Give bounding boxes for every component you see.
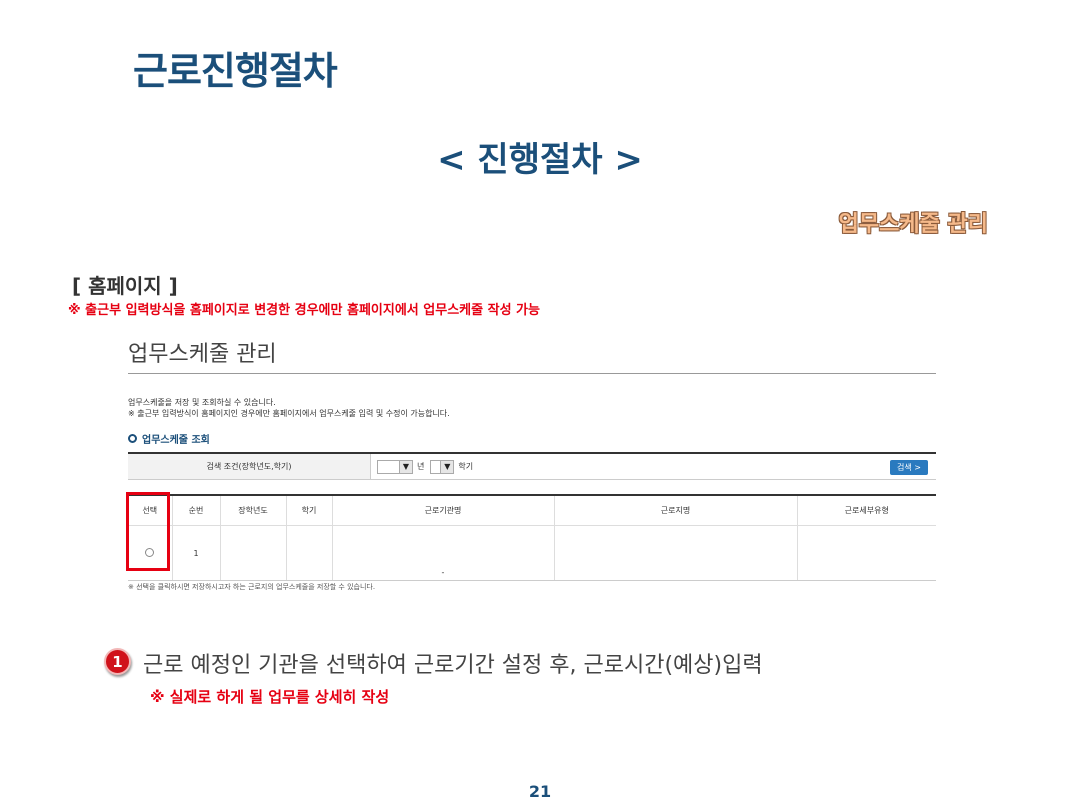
row-year <box>219 525 286 581</box>
year-select[interactable]: ▼ <box>377 459 413 474</box>
table-footnote: ※ 선택을 클릭하시면 저장하시고자 하는 근로지의 업무스케줄을 저장할 수 … <box>128 583 376 591</box>
schedule-table: 선택 순번 장학년도 학기 근로기관명 근로지명 근로세부유형 1 - <box>128 494 936 581</box>
bullet-ring-icon <box>128 434 137 443</box>
chevron-down-icon: ▼ <box>440 460 454 473</box>
panel-description-1: 업무스케줄을 저장 및 조회하실 수 있습니다. <box>128 398 276 407</box>
term-suffix: 학기 <box>458 462 474 471</box>
row-term <box>285 525 332 581</box>
search-button[interactable]: 검색 > <box>890 460 928 475</box>
col-header-org: 근로기관명 <box>331 494 554 526</box>
search-condition-label: 검색 조건(장학년도,학기) <box>128 454 371 479</box>
col-header-place: 근로지명 <box>553 494 797 526</box>
row-org-sub: - <box>441 568 445 577</box>
panel-description-2: ※ 출근부 입력방식이 홈페이지인 경우에만 홈페이지에서 업무스케줄 입력 및… <box>128 409 450 418</box>
section-note: ※ 출근부 입력방식을 홈페이지로 변경한 경우에만 홈페이지에서 업무스케줄 … <box>68 303 540 318</box>
table-row: 1 - <box>128 525 936 581</box>
schedule-search-heading-label: 업무스케줄 조회 <box>142 435 210 446</box>
select-column-highlight <box>126 492 170 571</box>
row-place <box>553 525 797 581</box>
section-label: [ 홈페이지 ] <box>72 274 178 298</box>
term-select[interactable]: ▼ <box>430 459 455 474</box>
page-title: 근로진행절차 <box>133 49 338 93</box>
col-header-year: 장학년도 <box>219 494 286 526</box>
schedule-search-heading: 업무스케줄 조회 <box>128 431 210 446</box>
chevron-down-icon: ▼ <box>399 460 412 473</box>
table-header-row: 선택 순번 장학년도 학기 근로기관명 근로지명 근로세부유형 <box>128 494 936 526</box>
col-header-type: 근로세부유형 <box>796 494 936 526</box>
col-header-term: 학기 <box>285 494 332 526</box>
topic-badge: 업무스케줄 관리 <box>838 212 988 237</box>
year-suffix: 년 <box>417 462 425 471</box>
search-controls: ▼ 년 ▼ 학기 <box>371 459 936 474</box>
page-number: 21 <box>528 782 552 801</box>
section-subtitle: < 진행절차 > <box>437 140 643 180</box>
row-seq: 1 <box>171 525 220 581</box>
row-org: - <box>331 525 554 581</box>
row-type <box>796 525 936 581</box>
panel-divider <box>128 373 936 374</box>
col-header-seq: 순번 <box>171 494 220 526</box>
step-number-badge: 1 <box>104 648 131 675</box>
step-note: ※ 실제로 하게 될 업무를 상세히 작성 <box>150 688 390 706</box>
step-instruction: 근로 예정인 기관을 선택하여 근로기간 설정 후, 근로시간(예상)입력 <box>143 653 763 678</box>
panel-title: 업무스케줄 관리 <box>128 342 277 367</box>
search-bar: 검색 조건(장학년도,학기) ▼ 년 ▼ 학기 검색 > <box>128 452 936 480</box>
